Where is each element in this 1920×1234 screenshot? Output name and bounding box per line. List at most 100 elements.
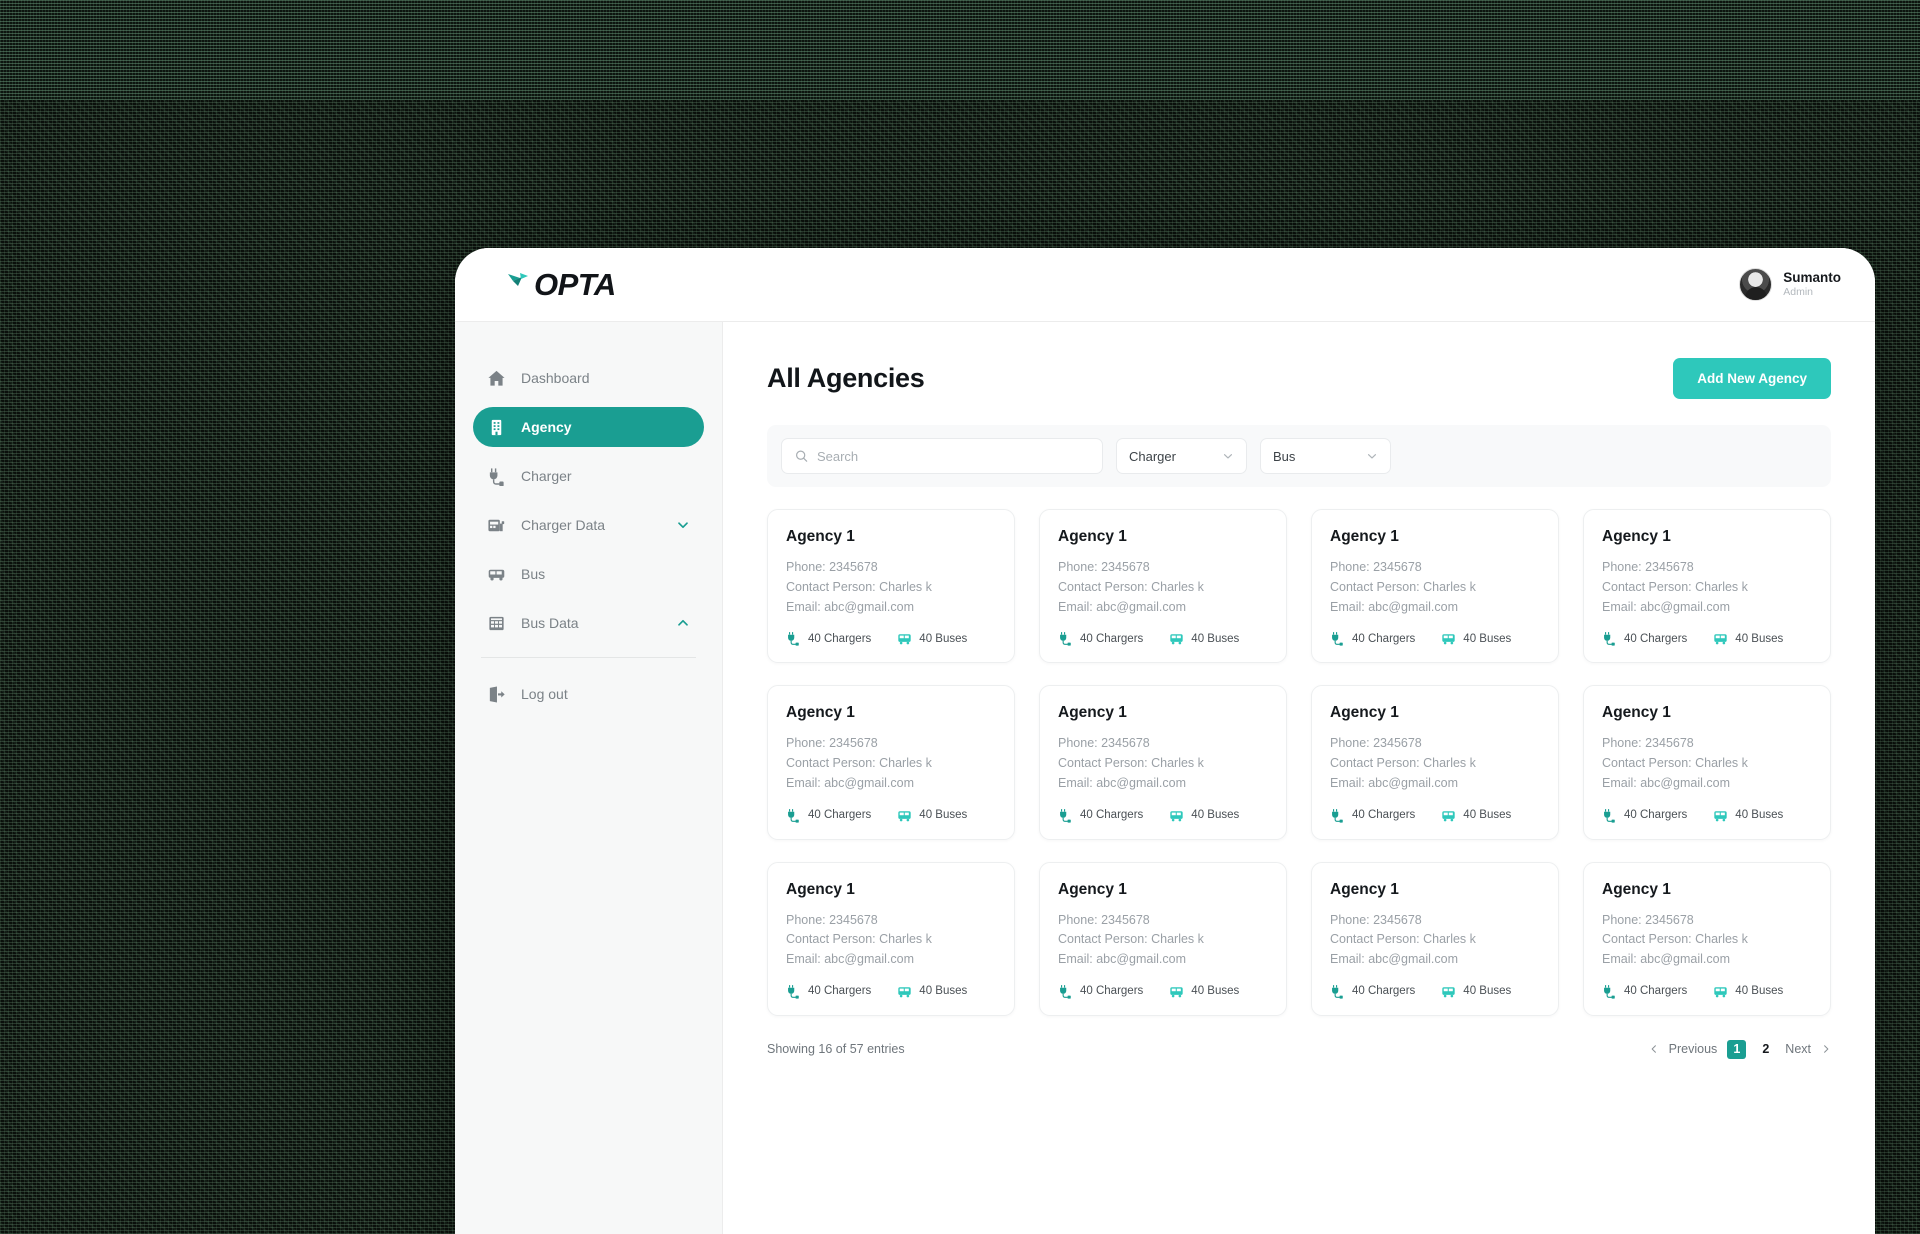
main-content: All Agencies Add New Agency Charger (723, 322, 1875, 1234)
buses-count: 40 Buses (1463, 809, 1512, 821)
pagination-previous-button[interactable]: Previous (1669, 1042, 1718, 1056)
agency-card-phone: Phone: 2345678 (786, 736, 878, 751)
chargers-stat: 40 Chargers (1602, 631, 1687, 646)
charger-data-icon (488, 519, 505, 531)
user-profile[interactable]: Sumanto Admin (1739, 268, 1841, 301)
agency-card[interactable]: Agency 1 Phone: 2345678 Contact Person: Ch… (1311, 685, 1559, 840)
sidebar-item-dashboard[interactable]: Dashboard (473, 358, 704, 398)
sidebar-item-label: Agency (521, 419, 572, 435)
plug-icon (1060, 632, 1071, 646)
search-icon (796, 450, 808, 462)
charger-filter-select[interactable]: Charger (1116, 438, 1247, 474)
pagination-page-1[interactable]: 1 (1727, 1039, 1747, 1059)
agency-card-contact: Contact Person: Charles k (1602, 932, 1748, 947)
agency-card-phone: Phone: 2345678 (1330, 560, 1422, 574)
chevron-down-icon (1367, 454, 1377, 459)
add-new-agency-button[interactable]: Add New Agency (1673, 358, 1831, 399)
agency-card[interactable]: Agency 1 Phone: 2345678 Contact Person: Ch… (1583, 861, 1831, 1016)
agency-card[interactable]: Agency 1 Phone: 2345678 Contact Person: Ch… (1311, 509, 1559, 664)
agency-card-title: Agency 1 (1058, 880, 1127, 898)
buses-stat: 40 Buses (1169, 808, 1239, 823)
chargers-count: 40 Chargers (808, 632, 872, 645)
buses-count: 40 Buses (1463, 985, 1512, 998)
buses-stat: 40 Buses (897, 984, 967, 999)
agency-card-contact: Contact Person: Charles k (1602, 579, 1748, 594)
agency-card[interactable]: Agency 1 Phone: 2345678 Contact Person: Ch… (1583, 509, 1831, 664)
bus-icon (1170, 634, 1183, 645)
desktop-top-band (0, 0, 1920, 100)
bus-icon (1442, 986, 1455, 998)
bus-icon (1170, 810, 1183, 821)
page-title: All Agencies (767, 363, 925, 393)
pagination-page-2[interactable]: 2 (1756, 1040, 1775, 1059)
agency-card[interactable]: Agency 1 Phone: 2345678 Contact Person: Ch… (767, 509, 1015, 664)
buses-stat: 40 Buses (1169, 631, 1239, 646)
buses-stat: 40 Buses (1441, 808, 1511, 823)
building-icon (491, 419, 502, 435)
chargers-stat: 40 Chargers (786, 808, 871, 823)
chevron-right-icon[interactable] (1821, 1044, 1831, 1054)
agency-card-phone: Phone: 2345678 (1058, 912, 1150, 927)
agency-card[interactable]: Agency 1 Phone: 2345678 Contact Person: Ch… (1039, 685, 1287, 840)
chevron-down-icon (1223, 454, 1233, 459)
agency-card-email: Email: abc@gmail.com (1058, 775, 1187, 790)
agency-card[interactable]: Agency 1 Phone: 2345678 Contact Person: Ch… (1583, 685, 1831, 840)
pager: Previous 1 2 Next (1649, 1039, 1831, 1059)
sidebar-item-bus[interactable]: Bus (473, 554, 704, 594)
chevron-down-icon[interactable] (676, 518, 690, 532)
agency-card-stats: 40 Chargers 40 Buses (1058, 808, 1268, 823)
search-box[interactable] (781, 438, 1103, 474)
agency-card[interactable]: Agency 1 Phone: 2345678 Contact Person: Ch… (1311, 861, 1559, 1016)
agency-card[interactable]: Agency 1 Phone: 2345678 Contact Person: Ch… (1039, 861, 1287, 1016)
sidebar-item-charger[interactable]: Charger (473, 456, 704, 496)
buses-count: 40 Buses (1191, 985, 1240, 998)
chevron-up-icon[interactable] (676, 616, 690, 630)
chargers-stat: 40 Chargers (1330, 631, 1415, 646)
buses-stat: 40 Buses (897, 808, 967, 823)
agency-card-email: Email: abc@gmail.com (786, 775, 915, 790)
pagination-next-button[interactable]: Next (1785, 1042, 1811, 1056)
search-input[interactable] (816, 448, 1089, 464)
agency-card-stats: 40 Chargers 40 Buses (786, 631, 996, 646)
agency-card-title: Agency 1 (1602, 704, 1671, 722)
app-logo[interactable]: OPTA (507, 267, 616, 303)
sidebar-item-bus-data[interactable]: Bus Data (473, 603, 704, 643)
bus-filter-select[interactable]: Bus (1260, 438, 1391, 474)
chargers-count: 40 Chargers (1624, 809, 1688, 821)
agency-card-title: Agency 1 (1330, 528, 1399, 545)
buses-stat: 40 Buses (1441, 631, 1511, 646)
chargers-stat: 40 Chargers (786, 631, 871, 646)
agency-card-stats: 40 Chargers 40 Buses (1602, 631, 1812, 646)
bus-icon (898, 810, 911, 821)
agency-card-phone: Phone: 2345678 (1602, 736, 1694, 751)
profile-name: Sumanto (1783, 269, 1841, 285)
sidebar-item-charger-data[interactable]: Charger Data (473, 505, 704, 545)
sidebar-item-label: Bus (521, 566, 546, 582)
agency-card-phone: Phone: 2345678 (1602, 912, 1694, 927)
agency-card-title: Agency 1 (1330, 880, 1399, 898)
sidebar-item-label: Charger Data (521, 517, 606, 533)
chevron-left-icon[interactable] (1649, 1044, 1659, 1054)
chargers-count: 40 Chargers (1352, 809, 1416, 821)
agency-card[interactable]: Agency 1 Phone: 2345678 Contact Person: Ch… (767, 685, 1015, 840)
bus-icon (1170, 986, 1183, 998)
plug-icon (788, 984, 799, 999)
agency-card[interactable]: Agency 1 Phone: 2345678 Contact Person: Ch… (767, 861, 1015, 1016)
sidebar-item-agency[interactable]: Agency (473, 407, 704, 447)
sidebar-item-label: Charger (521, 468, 572, 484)
agency-card[interactable]: Agency 1 Phone: 2345678 Contact Person: Ch… (1039, 509, 1287, 664)
sidebar-item-log-out[interactable]: Log out (473, 674, 704, 714)
buses-stat: 40 Buses (1713, 808, 1783, 823)
buses-count: 40 Buses (919, 809, 968, 821)
agency-card-stats: 40 Chargers 40 Buses (786, 808, 996, 823)
agency-card-title: Agency 1 (1058, 528, 1127, 545)
bus-icon (488, 569, 505, 580)
entries-count-text: Showing 16 of 57 entries (767, 1042, 905, 1057)
chargers-stat: 40 Chargers (1058, 984, 1143, 999)
agency-card-stats: 40 Chargers 40 Buses (1058, 984, 1268, 999)
agency-card-phone: Phone: 2345678 (786, 912, 878, 927)
desktop-backdrop: OPTA Sumanto Admin Dashboard Agency Char… (0, 0, 1920, 1234)
agency-card-email: Email: abc@gmail.com (786, 599, 915, 614)
chargers-count: 40 Chargers (1080, 809, 1144, 821)
agency-card-phone: Phone: 2345678 (1058, 736, 1150, 751)
